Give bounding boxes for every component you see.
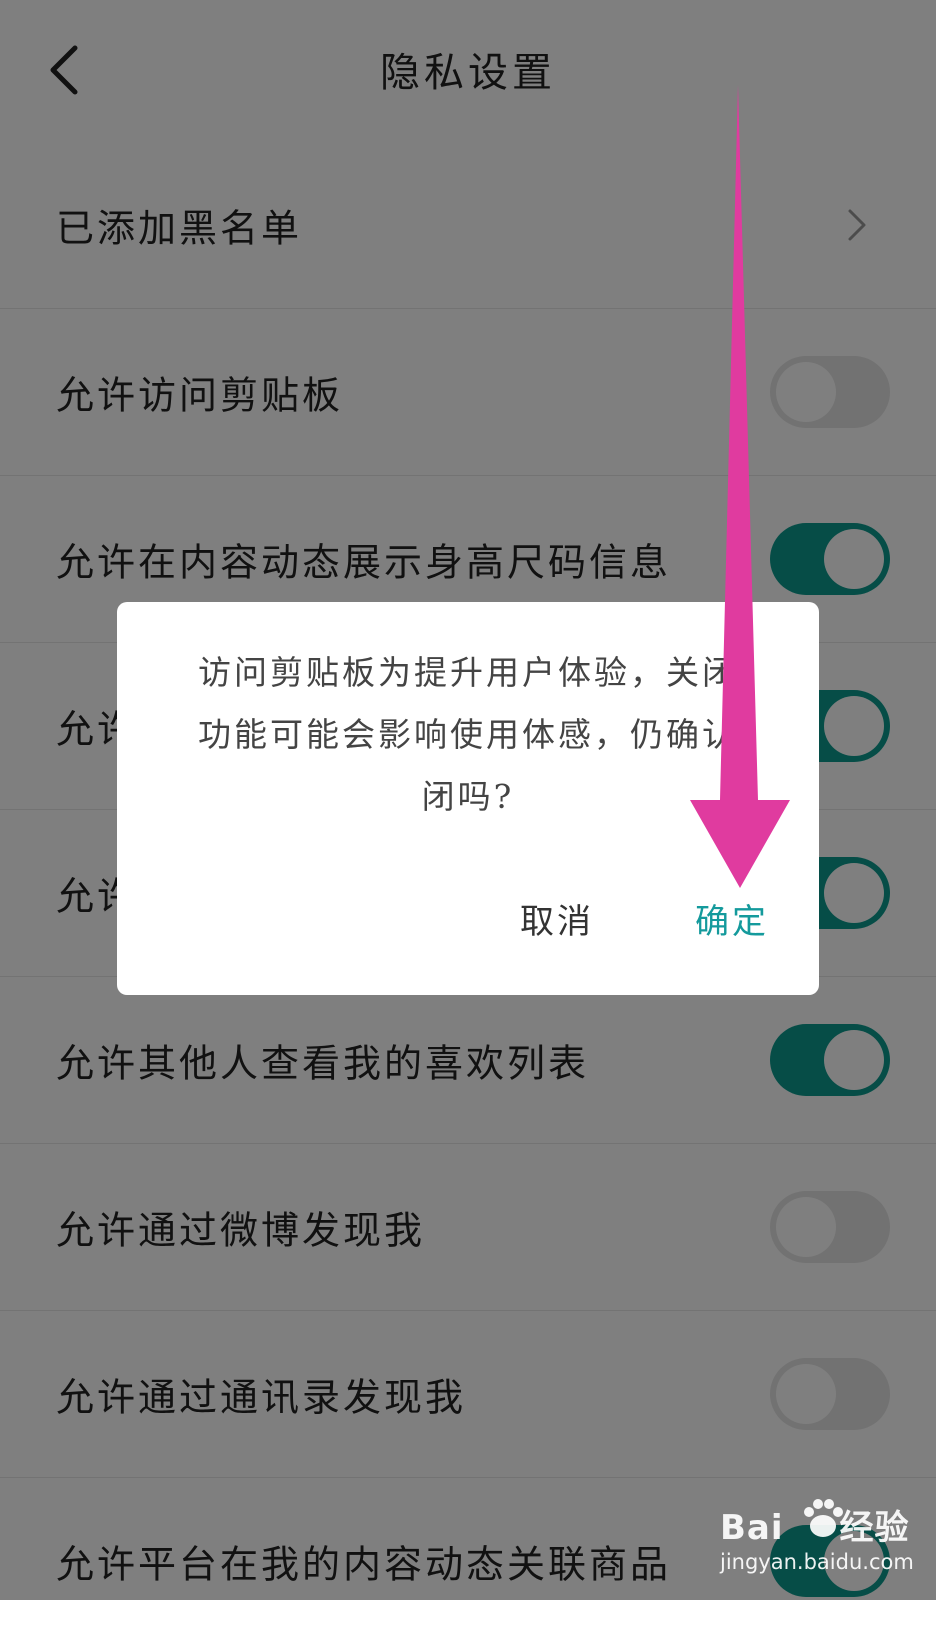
baidu-jingyan-watermark: Bai 经验 jingyan.baidu.com — [720, 1499, 926, 1588]
dialog-message-line: 闭吗? — [421, 777, 515, 816]
confirm-dialog: 访问剪贴板为提升用户体验，关闭 功能可能会影响使用体感，仍确认 闭吗? 取消 确… — [117, 602, 819, 995]
cancel-button[interactable]: 取消 — [502, 892, 612, 952]
confirm-button[interactable]: 确定 — [677, 892, 787, 952]
dialog-message-line: 功能可能会影响使用体感，仍确认 — [198, 715, 738, 754]
paw-icon — [804, 1499, 843, 1537]
watermark-site: jingyan.baidu.com — [720, 1550, 914, 1574]
dialog-message: 访问剪贴板为提升用户体验，关闭 功能可能会影响使用体感，仍确认 闭吗? — [177, 642, 759, 828]
dialog-message-line: 访问剪贴板为提升用户体验，关闭 — [198, 653, 738, 692]
